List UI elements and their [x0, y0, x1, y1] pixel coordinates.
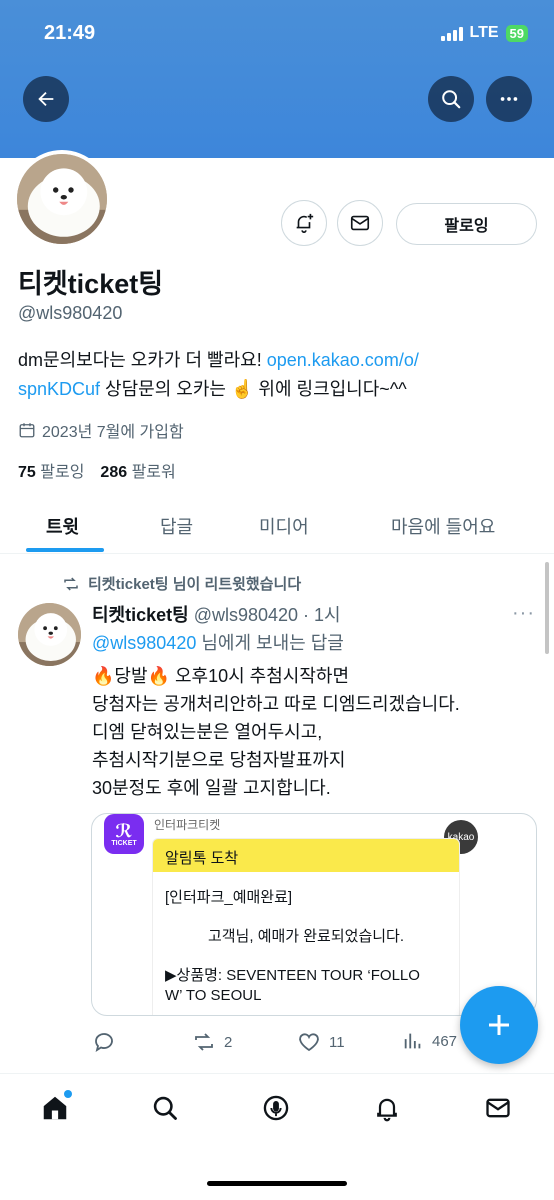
- scrollbar[interactable]: [545, 562, 549, 654]
- tweet-handle-time: @wls980420 · 1시: [193, 605, 341, 625]
- profile-name: 티켓ticket팅: [18, 269, 164, 299]
- back-button[interactable]: [23, 76, 69, 122]
- retweet-count: 2: [224, 1033, 233, 1051]
- message-button[interactable]: [337, 200, 383, 246]
- following-label: 팔로잉: [40, 464, 85, 481]
- envelope-icon: [486, 1098, 510, 1118]
- nav-spaces[interactable]: [256, 1088, 296, 1128]
- joined-text: 2023년 7월에 가입함: [42, 424, 184, 441]
- nav-search[interactable]: [145, 1088, 185, 1128]
- profile-bio: dm문의보다는 오카가 더 빨라요! open.kakao.com/o/spnK…: [18, 346, 538, 404]
- signal-icon: [440, 25, 463, 41]
- tweet-author-name[interactable]: 티켓ticket팅: [92, 605, 189, 625]
- following-stat[interactable]: 75 팔로잉: [18, 458, 84, 482]
- bottom-nav: [0, 1088, 554, 1148]
- views-button[interactable]: 467: [402, 1030, 457, 1052]
- like-button[interactable]: 11: [297, 1030, 345, 1054]
- followers-count: 286: [100, 464, 128, 481]
- bio-link-cont[interactable]: spnKDCuf: [18, 379, 100, 399]
- heart-icon: [299, 1033, 319, 1052]
- calendar-icon: [19, 423, 35, 438]
- joined-date: 2023년 7월에 가입함: [18, 418, 184, 442]
- bell-plus-icon: [296, 213, 314, 233]
- alimtalk-message: 알림톡 도착 [인터파크_예매완료] 고객님, 예매가 완료되었습니다. ▶상품…: [152, 838, 460, 1015]
- tab-media[interactable]: 미디어: [259, 513, 309, 539]
- interpark-ticket-icon: ℛ TICKET: [104, 814, 144, 854]
- followers-label: 팔로워: [131, 464, 176, 481]
- battery-icon: 59: [505, 24, 528, 42]
- arrow-left-icon: [38, 91, 54, 107]
- profile-avatar[interactable]: [13, 150, 111, 248]
- tweet-more-button[interactable]: ···: [512, 602, 535, 625]
- dog-avatar-image: [18, 603, 81, 666]
- profile-handle: @wls980420: [18, 303, 123, 323]
- retweet-text: 티켓ticket팅 님이 리트윗했습니다: [88, 576, 302, 593]
- nav-messages[interactable]: [478, 1088, 518, 1128]
- alimtalk-header: 알림톡 도착: [153, 839, 459, 872]
- status-time: 21:49: [44, 22, 96, 44]
- reply-suffix: 님에게 보내는 답글: [196, 633, 344, 653]
- views-count: 467: [432, 1032, 458, 1050]
- more-options-button[interactable]: [486, 76, 532, 122]
- ticket-app-label: TICKET: [111, 839, 137, 847]
- ticket-glyph-icon: ℛ: [115, 820, 133, 841]
- follow-stats: 75 팔로잉 286 팔로워: [18, 458, 176, 482]
- more-icon: [500, 97, 518, 101]
- reply-button[interactable]: [92, 1030, 116, 1054]
- bio-link[interactable]: open.kakao.com/o/: [267, 350, 419, 370]
- tweet-author-avatar[interactable]: [18, 603, 81, 666]
- dog-avatar-image: [17, 154, 107, 244]
- message-line-2: 고객님, 예매가 완료되었습니다.: [207, 928, 405, 945]
- status-bar: 21:49 LTE 59: [0, 22, 554, 50]
- retweet-button[interactable]: 2: [192, 1030, 232, 1054]
- following-button[interactable]: 팔로잉: [396, 203, 537, 245]
- views-chart-icon: [404, 1033, 421, 1049]
- tweet-header: 티켓ticket팅 @wls980420 · 1시: [92, 601, 341, 627]
- nav-notifications[interactable]: [367, 1088, 407, 1128]
- profile-tabs: 트윗 답글 미디어 마음에 들어요: [0, 496, 554, 554]
- tab-likes[interactable]: 마음에 들어요: [391, 513, 495, 539]
- retweet-context: 티켓ticket팅 님이 리트윗했습니다: [62, 573, 301, 594]
- active-tab-indicator: [26, 548, 104, 552]
- followers-stat[interactable]: 286 팔로워: [100, 458, 175, 482]
- reply-context: @wls980420 님에게 보내는 답글: [92, 629, 344, 655]
- message-line-3: ▶상품명: SEVENTEEN TOUR ‘FOLLO: [165, 967, 420, 984]
- reply-icon: [95, 1033, 113, 1052]
- compose-tweet-button[interactable]: [460, 986, 538, 1064]
- bio-text: dm문의보다는 오카가 더 빨라요!: [18, 350, 267, 370]
- tweet-actions: 2 11 467: [92, 1030, 462, 1054]
- notification-dot: [64, 1090, 72, 1098]
- nav-home[interactable]: [35, 1088, 75, 1128]
- search-icon: [153, 1096, 177, 1120]
- tab-tweets[interactable]: 트윗: [46, 513, 79, 539]
- retweet-icon: [64, 576, 78, 591]
- tab-replies[interactable]: 답글: [160, 513, 193, 539]
- tweet-media-image[interactable]: ℛ TICKET 인터파크티켓 kakao 알림톡 도착 [인터파크_예매완료]…: [91, 813, 537, 1016]
- retweet-icon: [195, 1033, 213, 1051]
- reply-handle-link[interactable]: @wls980420: [92, 633, 196, 653]
- plus-icon: [489, 1015, 509, 1035]
- kakao-sender: 인터파크티켓: [154, 818, 221, 832]
- following-count: 75: [18, 464, 36, 481]
- like-count: 11: [329, 1033, 345, 1051]
- search-button[interactable]: [428, 76, 474, 122]
- bell-icon: [377, 1098, 397, 1122]
- envelope-icon: [350, 215, 370, 231]
- message-line-1: [인터파크_예매완료]: [165, 889, 293, 906]
- network-label: LTE: [469, 24, 499, 41]
- tweet-text: 🔥당발🔥 오후10시 추첨시작하면 당첨자는 공개처리안하고 따로 디엠드리겠습…: [92, 666, 460, 798]
- notify-button[interactable]: [281, 200, 327, 246]
- message-line-4: W’ TO SEOUL: [165, 987, 262, 1004]
- home-indicator: [207, 1181, 347, 1186]
- bio-text-2: 상담문의 오카는 ☝️ 위에 링크입니다~^^: [100, 379, 407, 399]
- search-icon: [442, 90, 461, 109]
- microphone-icon: [263, 1095, 289, 1121]
- nav-divider: [0, 1073, 554, 1074]
